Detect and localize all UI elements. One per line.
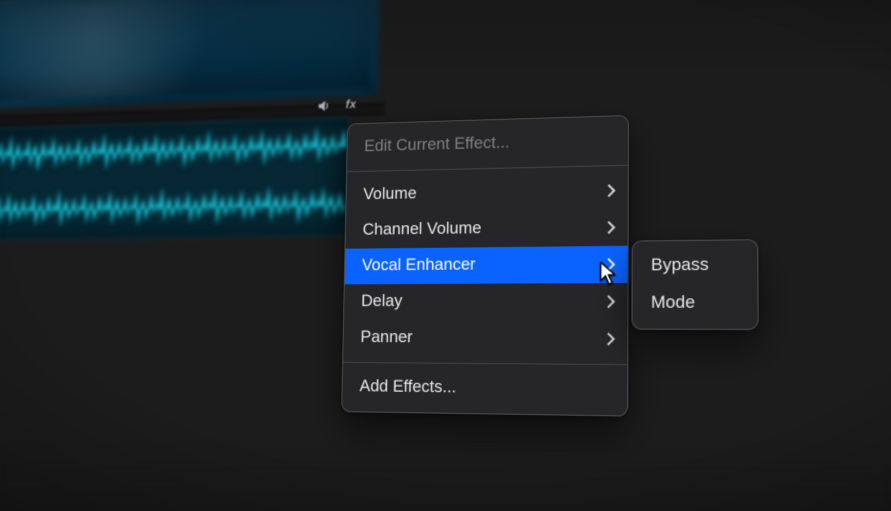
audio-clip[interactable]	[0, 117, 349, 241]
submenu-item-bypass[interactable]: Bypass	[633, 247, 758, 285]
speaker-icon[interactable]	[316, 98, 331, 117]
video-clip[interactable]	[0, 0, 380, 109]
menu-item-label: Delay	[361, 289, 609, 313]
menu-item-label: Volume	[363, 178, 609, 206]
menu-separator	[343, 362, 627, 365]
menu-item-vocal-enhancer[interactable]: Vocal Enhancer	[345, 246, 628, 284]
timeline: fx	[0, 0, 387, 236]
menu-item-channel-volume[interactable]: Channel Volume	[345, 209, 627, 249]
menu-item-label: Add Effects...	[359, 375, 608, 401]
menu-item-panner[interactable]: Panner	[343, 320, 627, 358]
submenu-item-mode[interactable]: Mode	[633, 284, 758, 322]
menu-item-volume[interactable]: Volume	[346, 172, 628, 213]
fx-icon[interactable]: fx	[338, 97, 358, 111]
menu-item-label: Vocal Enhancer	[362, 252, 610, 277]
menu-item-label: Panner	[360, 326, 609, 350]
vocal-enhancer-submenu: Bypass Mode	[631, 239, 758, 330]
menu-item-label: Mode	[651, 291, 739, 315]
menu-item-label: Channel Volume	[362, 215, 609, 241]
audio-waveform-left	[0, 118, 348, 185]
menu-item-edit-current-effect: Edit Current Effect...	[347, 122, 628, 165]
menu-separator	[347, 165, 628, 172]
menu-item-label: Edit Current Effect...	[364, 129, 610, 158]
menu-item-delay[interactable]: Delay	[344, 283, 627, 320]
effects-context-menu: Edit Current Effect... Volume Channel Vo…	[341, 115, 629, 416]
menu-item-add-effects[interactable]: Add Effects...	[342, 369, 627, 409]
audio-waveform-right	[0, 176, 347, 240]
menu-item-label: Bypass	[651, 253, 738, 278]
